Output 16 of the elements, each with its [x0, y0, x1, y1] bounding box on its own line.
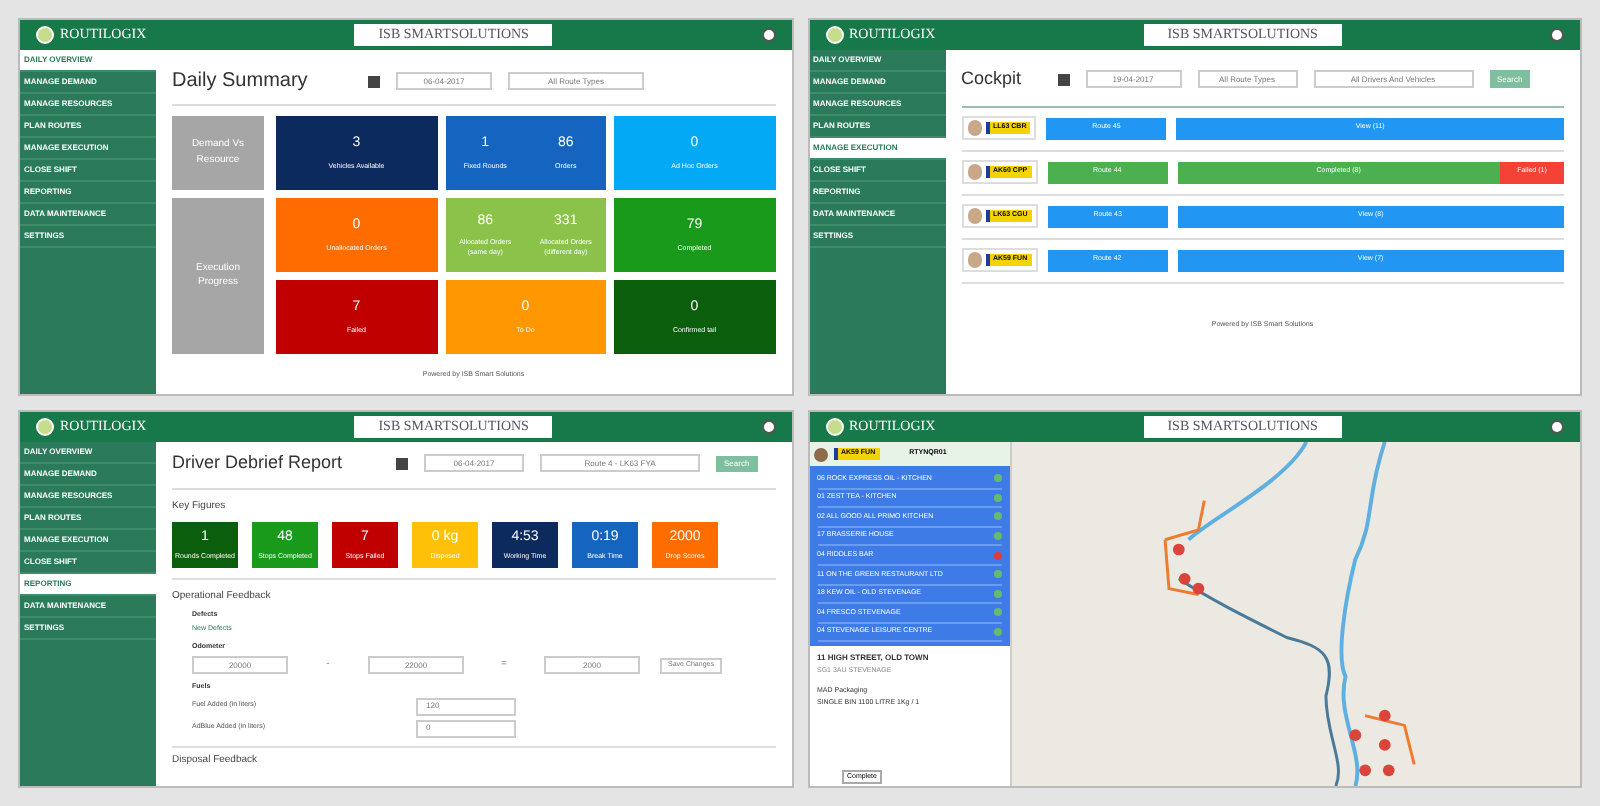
logo-icon: [825, 418, 843, 436]
user-avatar-icon[interactable]: [761, 420, 775, 434]
logo-icon: [36, 26, 54, 44]
logo-icon: [825, 26, 843, 44]
driver-avatar-icon: [967, 164, 981, 180]
driver-avatar-icon: [967, 120, 981, 136]
user-avatar-icon[interactable]: [761, 28, 775, 42]
driver-avatar-icon: [967, 208, 981, 224]
user-avatar-icon[interactable]: [1550, 28, 1564, 42]
driver-avatar-icon: [967, 252, 981, 268]
page-title: Cockpit: [961, 66, 1024, 92]
user-avatar-icon[interactable]: [1550, 420, 1564, 434]
page-title: Daily Summary: [172, 68, 310, 96]
page-title: Driver Debrief Report: [172, 450, 345, 476]
driver-avatar-icon: [813, 447, 827, 461]
logo-icon: [36, 418, 54, 436]
